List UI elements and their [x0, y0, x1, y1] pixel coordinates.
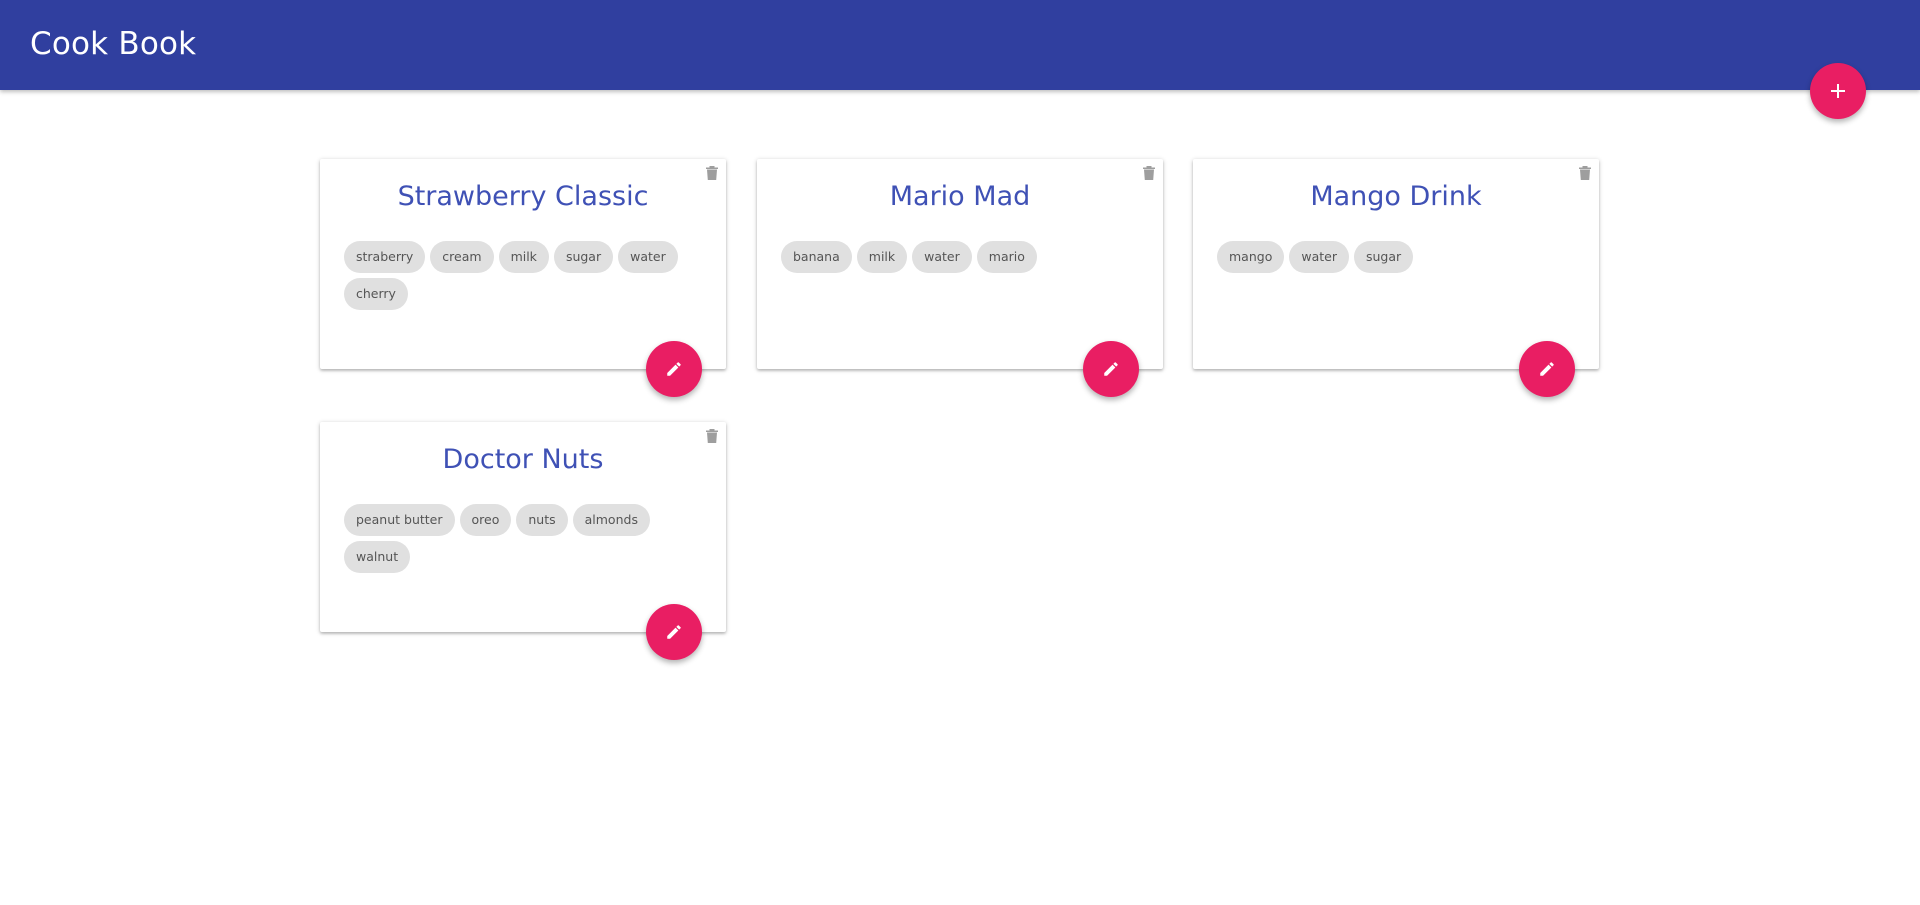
recipe-card: Strawberry Classic straberry cream milk …: [320, 159, 726, 397]
ingredient-chip: peanut butter: [344, 504, 455, 536]
ingredient-chip: sugar: [1353, 241, 1414, 273]
ingredient-chip: sugar: [553, 241, 614, 273]
ingredient-chip: cherry: [344, 278, 408, 310]
recipe-card: Mario Mad banana milk water mario: [757, 159, 1163, 397]
add-recipe-button[interactable]: [1810, 63, 1866, 119]
ingredient-chip: water: [1289, 241, 1349, 273]
ingredient-chip: mario: [976, 241, 1037, 273]
ingredient-chip: walnut: [344, 541, 411, 573]
ingredient-chip: cream: [430, 241, 494, 273]
recipe-title: Mango Drink: [1310, 181, 1482, 212]
recipe-card: Doctor Nuts peanut butter oreo nuts almo…: [320, 422, 726, 660]
recipe-title: Strawberry Classic: [397, 181, 649, 212]
ingredient-list: peanut butter oreo nuts almonds walnut: [344, 504, 704, 573]
edit-recipe-button[interactable]: [646, 604, 702, 660]
ingredient-chip: oreo: [459, 504, 512, 536]
ingredient-chip: mango: [1217, 241, 1285, 273]
ingredient-list: straberry cream milk sugar water cherry: [344, 241, 704, 310]
pencil-icon: [1104, 362, 1118, 376]
ingredient-chip: milk: [856, 241, 908, 273]
ingredient-chip: milk: [498, 241, 549, 273]
ingredient-chip: nuts: [516, 504, 568, 536]
ingredient-list: mango water sugar: [1217, 241, 1577, 273]
ingredient-chip: water: [912, 241, 972, 273]
pencil-icon: [667, 625, 681, 639]
recipe-card: Mango Drink mango water sugar: [1193, 159, 1599, 397]
ingredient-chip: banana: [781, 241, 852, 273]
edit-recipe-button[interactable]: [646, 341, 702, 397]
edit-recipe-button[interactable]: [1519, 341, 1575, 397]
pencil-icon: [1540, 362, 1554, 376]
app-title: Cook Book: [30, 26, 197, 62]
recipe-title: Mario Mad: [889, 181, 1031, 212]
edit-recipe-button[interactable]: [1083, 341, 1139, 397]
ingredient-chip: almonds: [572, 504, 650, 536]
ingredient-list: banana milk water mario: [781, 241, 1141, 273]
plus-icon: [1831, 84, 1845, 98]
ingredient-chip: straberry: [344, 241, 426, 273]
recipe-title: Doctor Nuts: [442, 444, 604, 475]
pencil-icon: [667, 362, 681, 376]
ingredient-chip: water: [618, 241, 678, 273]
app-bar: Cook Book: [0, 0, 1920, 90]
